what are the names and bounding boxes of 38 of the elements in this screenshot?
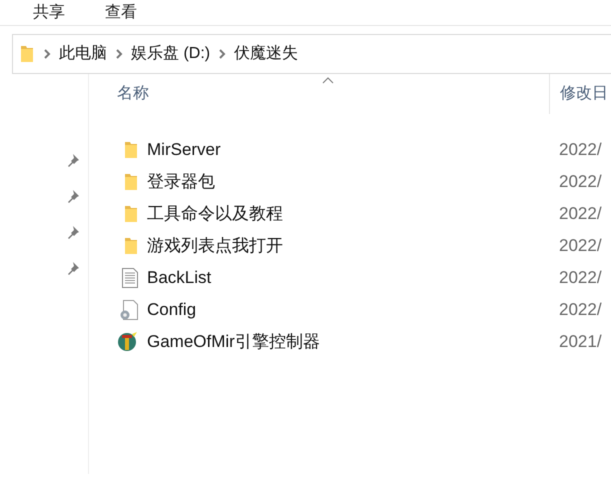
pin-icon[interactable] bbox=[66, 261, 80, 275]
pin-icon[interactable] bbox=[66, 153, 80, 167]
file-date: 2022/ bbox=[558, 171, 602, 194]
settings-file-icon bbox=[119, 299, 139, 321]
column-header[interactable]: 修改日 bbox=[550, 74, 608, 114]
breadcrumb-item[interactable]: 娱乐盘 (D:) bbox=[131, 42, 210, 66]
file-name[interactable]: 工具命令以及教程 bbox=[147, 201, 550, 227]
column-header[interactable]: 名称 bbox=[89, 74, 550, 114]
breadcrumb-item[interactable]: 伏魔迷失 bbox=[234, 42, 298, 66]
ribbon-tab[interactable]: 共享 bbox=[33, 3, 65, 23]
chevron-right-icon bbox=[43, 49, 51, 59]
file-date: 2022/ bbox=[558, 203, 602, 226]
file-name[interactable]: 游戏列表点我打开 bbox=[147, 233, 550, 259]
file-date: 2022/ bbox=[558, 267, 602, 290]
folder-icon bbox=[123, 141, 139, 159]
folder-icon bbox=[123, 205, 139, 223]
breadcrumb-item[interactable]: 此电脑 bbox=[59, 42, 107, 66]
folder-icon bbox=[123, 237, 139, 255]
document-icon bbox=[121, 267, 139, 289]
file-name[interactable]: BackList bbox=[147, 265, 550, 291]
ribbon-tab[interactable]: 查看 bbox=[105, 3, 137, 23]
chevron-right-icon bbox=[218, 49, 226, 59]
file-date: 2021/ bbox=[558, 331, 602, 354]
file-name[interactable]: 登录器包 bbox=[147, 169, 550, 195]
file-date: 2022/ bbox=[558, 299, 602, 322]
folder-icon bbox=[19, 45, 35, 63]
chevron-right-icon bbox=[115, 49, 123, 59]
file-name[interactable]: MirServer bbox=[147, 137, 550, 163]
sort-ascending-icon bbox=[322, 77, 334, 84]
address-bar[interactable]: 此电脑 娱乐盘 (D:) 伏魔迷失 bbox=[12, 34, 611, 74]
file-name[interactable]: GameOfMir引擎控制器 bbox=[147, 329, 550, 355]
pin-icon[interactable] bbox=[66, 189, 80, 203]
file-date: 2022/ bbox=[558, 139, 602, 162]
file-date: 2022/ bbox=[558, 235, 602, 258]
pin-icon[interactable] bbox=[66, 225, 80, 239]
file-name[interactable]: Config bbox=[147, 297, 550, 323]
app-icon bbox=[117, 331, 139, 353]
folder-icon bbox=[123, 173, 139, 191]
